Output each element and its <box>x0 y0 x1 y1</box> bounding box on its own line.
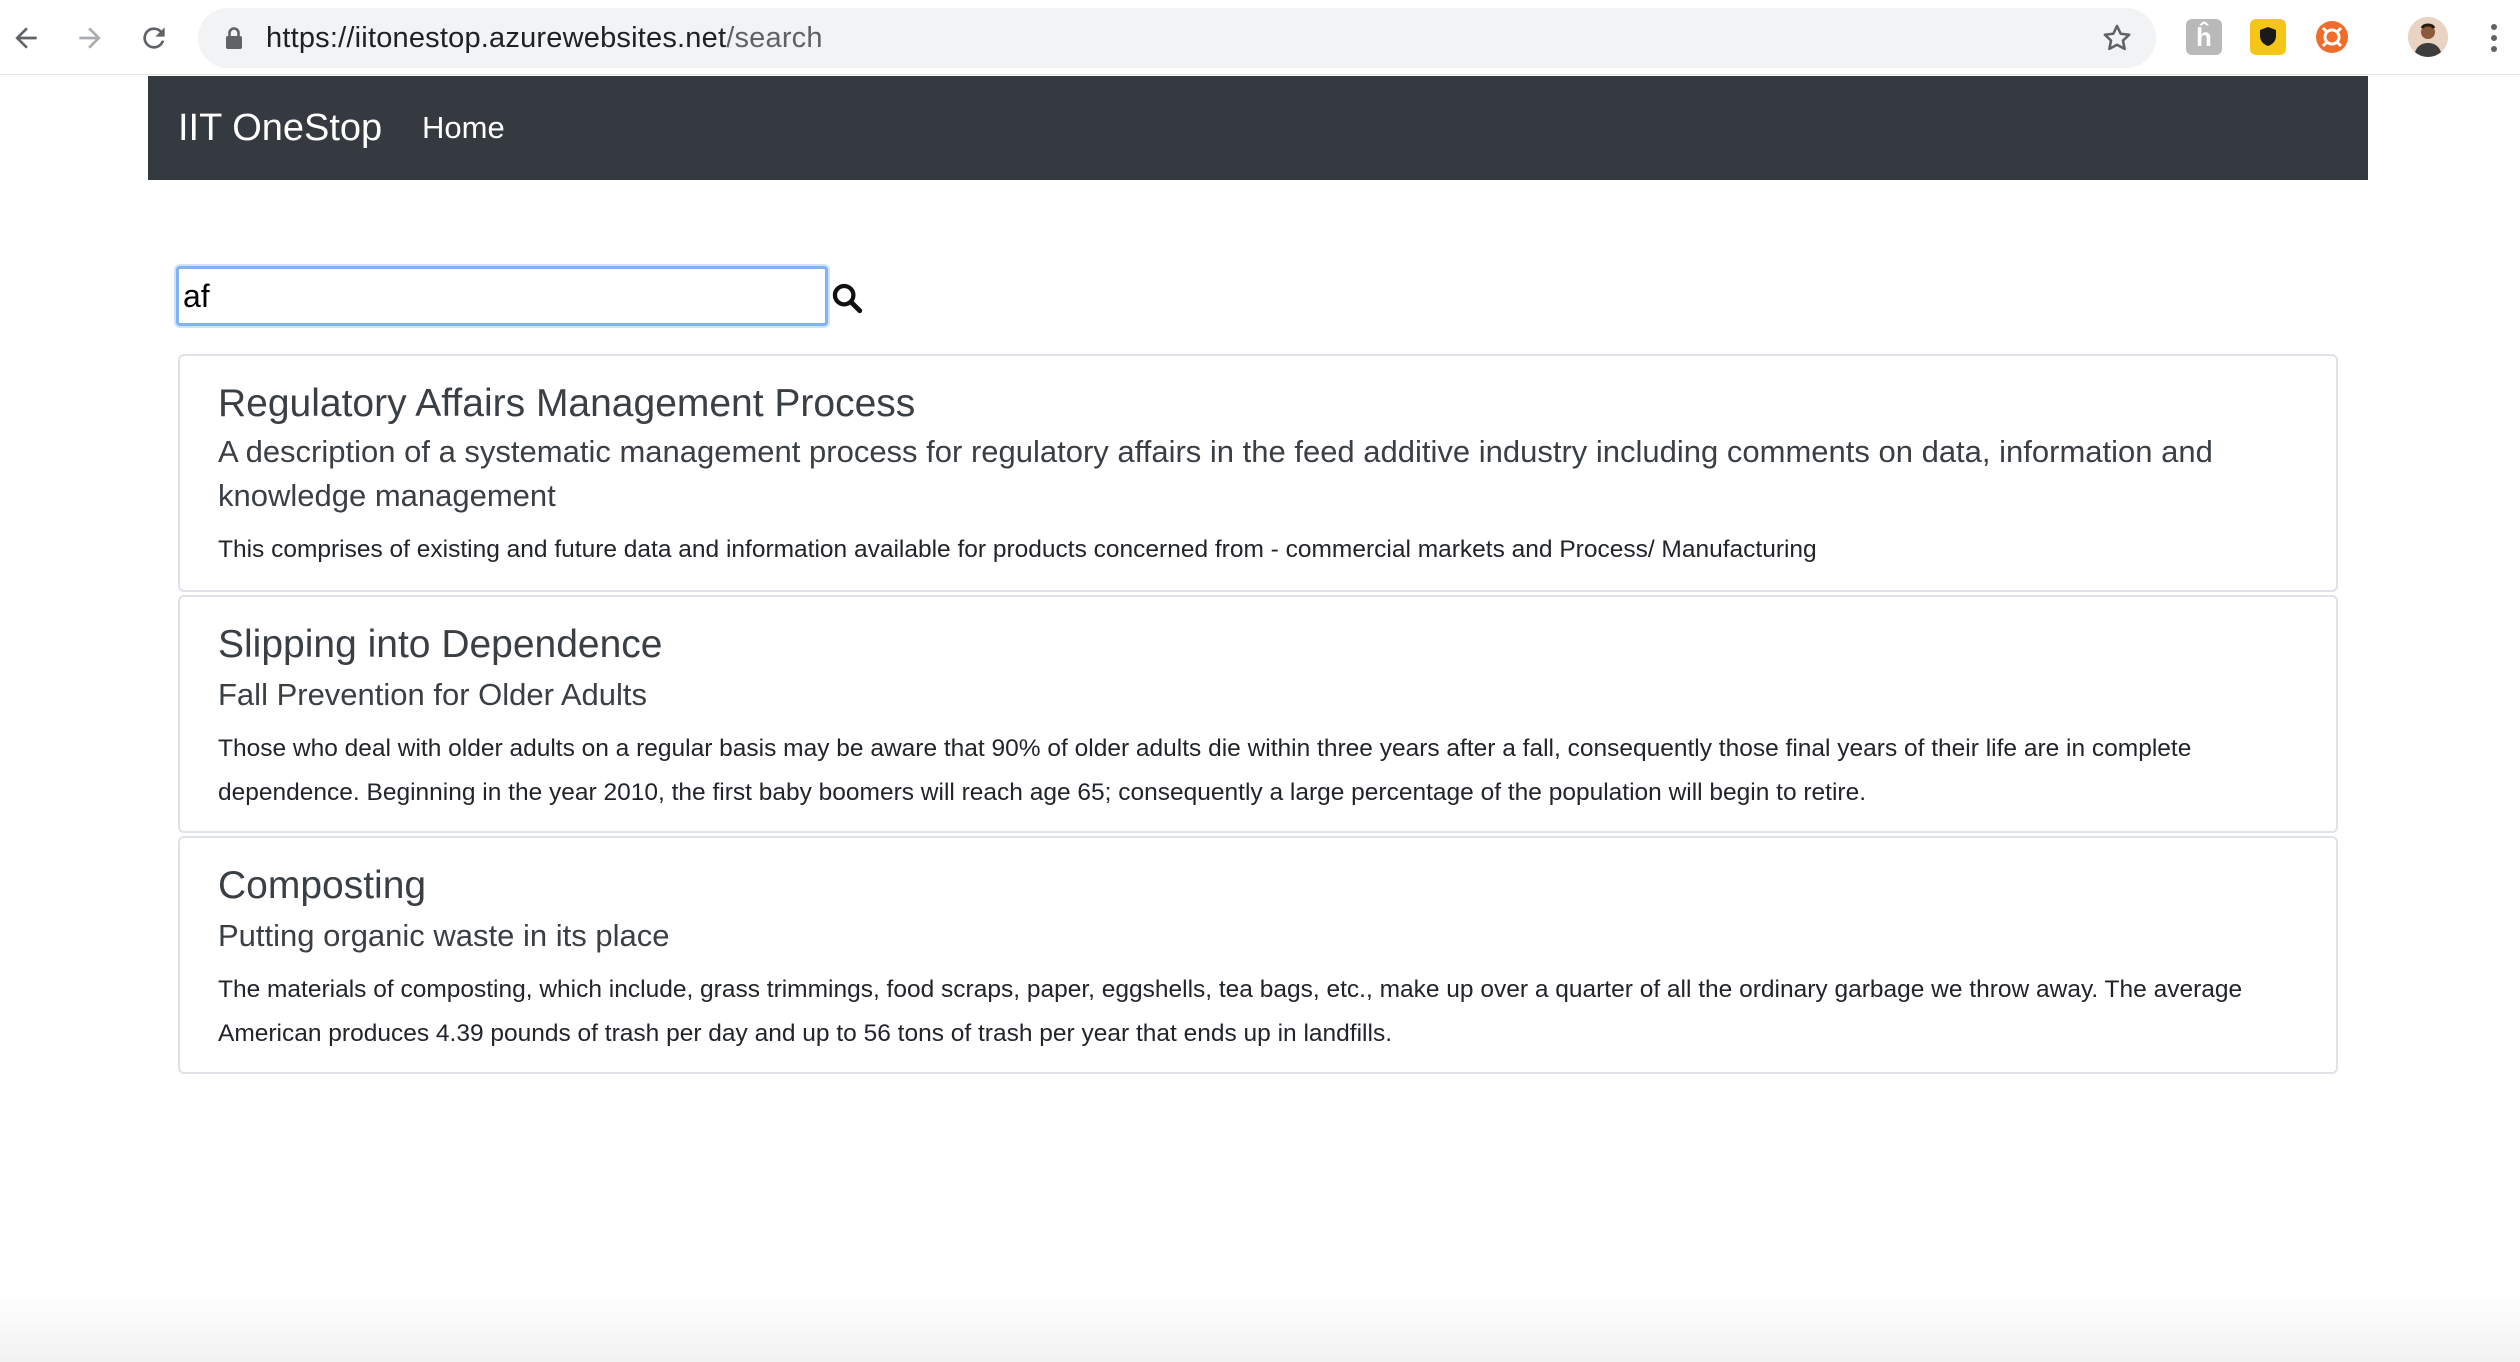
forward-button[interactable] <box>66 14 114 62</box>
orange-extension-icon[interactable] <box>2314 19 2350 55</box>
result-card[interactable]: Slipping into Dependence Fall Prevention… <box>178 595 2338 833</box>
reload-icon <box>143 27 165 49</box>
nav-home-link[interactable]: Home <box>422 76 505 180</box>
address-bar[interactable]: https://iitonestop.azurewebsites.net/sea… <box>198 8 2156 68</box>
h-extension-icon[interactable]: ĥ <box>2186 19 2222 55</box>
lock-icon <box>226 27 242 49</box>
url-text: https://iitonestop.azurewebsites.net/sea… <box>266 22 823 54</box>
search-input[interactable] <box>176 266 828 326</box>
site-navbar: IIT OneStop Home <box>148 76 2368 180</box>
shield-extension-icon[interactable] <box>2250 19 2286 55</box>
forward-arrow-icon <box>79 27 101 49</box>
result-card[interactable]: Composting Putting organic waste in its … <box>178 836 2338 1074</box>
result-text: Those who deal with older adults on a re… <box>218 735 2192 806</box>
result-title: Regulatory Affairs Management Process <box>218 382 916 425</box>
result-subtitle: Putting organic waste in its place <box>218 918 670 953</box>
page-bottom-shadow <box>0 1290 2520 1362</box>
result-text: The materials of composting, which inclu… <box>218 976 2243 1047</box>
results-list: Regulatory Affairs Management Process A … <box>178 354 2338 1077</box>
person-icon <box>2408 17 2448 57</box>
result-title: Composting <box>218 864 427 907</box>
back-arrow-icon <box>15 27 37 49</box>
search-icon[interactable] <box>830 281 864 315</box>
reload-button[interactable] <box>130 14 178 62</box>
result-subtitle: Fall Prevention for Older Adults <box>218 677 648 712</box>
result-title: Slipping into Dependence <box>218 623 663 666</box>
result-subtitle: A description of a systematic management… <box>218 434 2213 513</box>
back-button[interactable] <box>2 14 50 62</box>
star-icon[interactable] <box>2100 21 2134 55</box>
browser-toolbar: https://iitonestop.azurewebsites.net/sea… <box>0 0 2520 75</box>
more-vert-icon[interactable] <box>2474 18 2514 58</box>
result-text: This comprises of existing and future da… <box>218 536 1817 563</box>
result-card[interactable]: Regulatory Affairs Management Process A … <box>178 354 2338 592</box>
profile-avatar[interactable] <box>2408 17 2448 57</box>
brand-link[interactable]: IIT OneStop <box>178 76 382 180</box>
